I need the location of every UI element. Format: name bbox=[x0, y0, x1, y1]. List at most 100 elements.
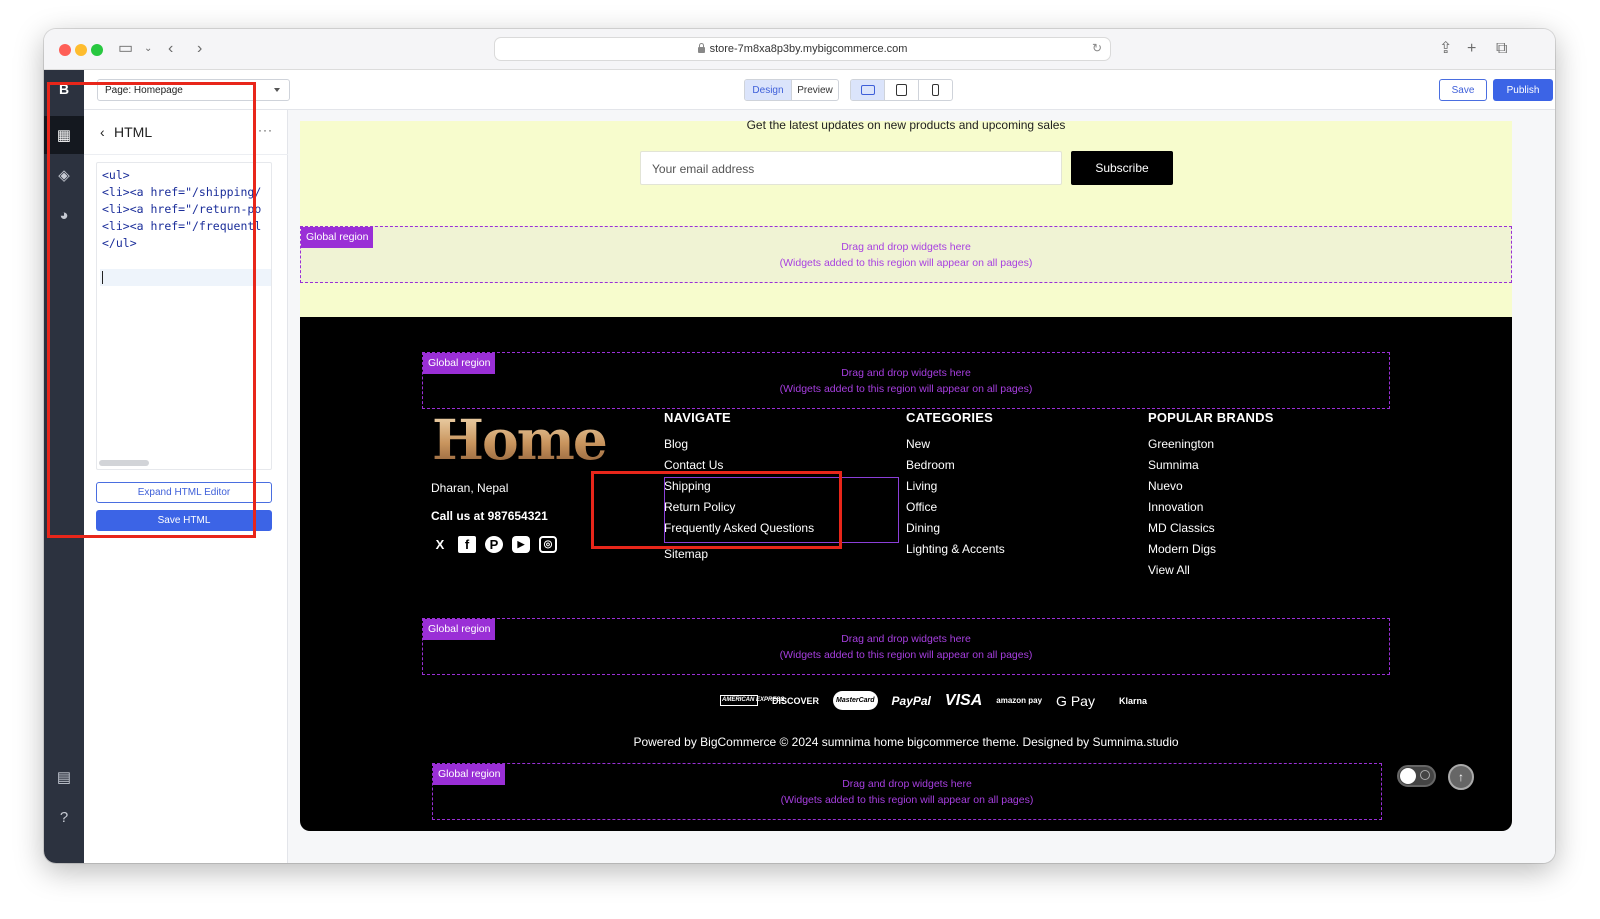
store-phone[interactable]: Call us at 987654321 bbox=[431, 509, 548, 523]
dropzone-subtext: (Widgets added to this region will appea… bbox=[780, 794, 1034, 806]
email-input[interactable]: Your email address bbox=[640, 151, 1062, 185]
subscribe-button[interactable]: Subscribe bbox=[1071, 151, 1173, 185]
newsletter-text: Get the latest updates on new products a… bbox=[746, 118, 1066, 132]
footer-link-lighting[interactable]: Lighting & Accents bbox=[906, 539, 1005, 560]
mode-toggle: Design Preview bbox=[744, 79, 839, 101]
panel-header: ‹ HTML ··· bbox=[84, 110, 288, 155]
amex-icon: AMERICAN EXPRESS bbox=[720, 695, 784, 706]
close-window-button[interactable] bbox=[59, 44, 71, 56]
dropzone-subtext: (Widgets added to this region will appea… bbox=[779, 383, 1033, 395]
footer-link-office[interactable]: Office bbox=[906, 497, 1005, 518]
brands-list: Greenington Sumnima Nuevo Innovation MD … bbox=[1148, 434, 1216, 581]
store-logo[interactable]: Home bbox=[432, 410, 608, 470]
tablet-icon bbox=[896, 84, 907, 96]
google-pay-icon: G Pay bbox=[1056, 692, 1095, 709]
global-region-dropzone[interactable]: Global region Drag and drop widgets here… bbox=[432, 763, 1382, 820]
html-widget-selection-outline[interactable] bbox=[664, 477, 899, 543]
sidebar-toggle-icon[interactable]: ▭ bbox=[118, 39, 133, 59]
design-tab[interactable]: Design bbox=[745, 80, 792, 100]
back-arrow-icon[interactable]: ‹ bbox=[168, 39, 173, 59]
save-button[interactable]: Save bbox=[1439, 79, 1487, 101]
global-region-dropzone[interactable]: Global region Drag and drop widgets here… bbox=[422, 618, 1390, 675]
footer-link-new[interactable]: New bbox=[906, 434, 1005, 455]
popular-brands-heading: POPULAR BRANDS bbox=[1148, 410, 1274, 425]
global-region-dropzone[interactable]: Global region Drag and drop widgets here… bbox=[422, 352, 1390, 409]
viewport-toggle bbox=[850, 79, 953, 101]
storefront-icon[interactable]: ▤ bbox=[44, 758, 84, 796]
mobile-icon bbox=[932, 84, 939, 96]
theme-toggle[interactable] bbox=[1397, 765, 1436, 787]
browser-window: ▭ ⌄ ‹ › store-7m8xa8p3by.mybigcommerce.c… bbox=[44, 29, 1555, 863]
footer-link-sumnima[interactable]: Sumnima bbox=[1148, 455, 1216, 476]
footer-link-modern-digs[interactable]: Modern Digs bbox=[1148, 539, 1216, 560]
footer-link-living[interactable]: Living bbox=[906, 476, 1005, 497]
palette-icon[interactable]: ◕ bbox=[44, 196, 84, 234]
code-line: </ul> bbox=[102, 236, 137, 250]
page-select[interactable]: Page: Homepage bbox=[97, 79, 290, 101]
zoom-window-button[interactable] bbox=[91, 44, 103, 56]
tablet-view-button[interactable] bbox=[885, 80, 919, 100]
pinterest-icon[interactable]: P bbox=[485, 536, 503, 553]
chevron-down-icon[interactable]: ⌄ bbox=[144, 39, 152, 59]
desktop-icon bbox=[860, 85, 875, 95]
youtube-icon[interactable]: ▶ bbox=[512, 536, 530, 553]
mastercard-icon: MasterCard bbox=[833, 691, 878, 710]
html-widget-panel: ‹ HTML ··· <ul> <li><a href="/shipping/ … bbox=[84, 110, 288, 863]
minimize-window-button[interactable] bbox=[75, 44, 87, 56]
newsletter-section: Get the latest updates on new products a… bbox=[300, 118, 1512, 317]
expand-html-editor-button[interactable]: Expand HTML Editor bbox=[96, 482, 272, 503]
dropzone-text: Drag and drop widgets here bbox=[841, 241, 971, 253]
url-text: store-7m8xa8p3by.mybigcommerce.com bbox=[709, 43, 908, 55]
footer-link-nuevo[interactable]: Nuevo bbox=[1148, 476, 1216, 497]
footer-link-greenington[interactable]: Greenington bbox=[1148, 434, 1216, 455]
layers-icon[interactable]: ◈ bbox=[44, 156, 84, 194]
html-code-editor[interactable]: <ul> <li><a href="/shipping/ <li><a href… bbox=[96, 162, 272, 470]
lock-icon bbox=[697, 43, 705, 53]
footer-link-bedroom[interactable]: Bedroom bbox=[906, 455, 1005, 476]
help-icon[interactable]: ? bbox=[44, 798, 84, 836]
x-twitter-icon[interactable]: X bbox=[431, 536, 449, 553]
reload-icon[interactable]: ↻ bbox=[1092, 41, 1102, 55]
footer-link-blog[interactable]: Blog bbox=[664, 434, 814, 455]
footer-link-view-all[interactable]: View All bbox=[1148, 560, 1216, 581]
footer-link-sitemap[interactable]: Sitemap bbox=[664, 544, 814, 565]
instagram-icon[interactable]: ◎ bbox=[539, 536, 557, 553]
dropzone-text: Drag and drop widgets here bbox=[841, 633, 971, 645]
facebook-icon[interactable]: f bbox=[458, 536, 476, 553]
code-line: <li><a href="/shipping/ bbox=[102, 185, 262, 199]
forward-arrow-icon[interactable]: › bbox=[197, 39, 202, 59]
left-navigation: B ▦ ◈ ◕ ▤ ? bbox=[44, 70, 84, 863]
footer-link-contact-us[interactable]: Contact Us bbox=[664, 455, 814, 476]
footer-link-dining[interactable]: Dining bbox=[906, 518, 1005, 539]
mobile-view-button[interactable] bbox=[919, 80, 952, 100]
categories-heading: CATEGORIES bbox=[906, 410, 993, 425]
amazon-pay-icon: amazon pay bbox=[996, 696, 1043, 705]
bigcommerce-logo-icon[interactable]: B bbox=[44, 70, 84, 108]
widgets-icon[interactable]: ▦ bbox=[44, 116, 84, 154]
footer-link-md-classics[interactable]: MD Classics bbox=[1148, 518, 1216, 539]
address-bar[interactable]: store-7m8xa8p3by.mybigcommerce.com ↻ bbox=[494, 37, 1111, 61]
new-tab-icon[interactable]: + bbox=[1467, 39, 1476, 59]
share-icon[interactable]: ⇪ bbox=[1439, 39, 1452, 59]
more-options-icon[interactable]: ··· bbox=[258, 123, 273, 137]
code-line: <ul> bbox=[102, 168, 130, 182]
visa-icon: VISA bbox=[944, 691, 983, 709]
preview-tab[interactable]: Preview bbox=[792, 80, 838, 100]
chevron-down-icon bbox=[274, 88, 280, 92]
navigate-heading: NAVIGATE bbox=[664, 410, 731, 425]
publish-button[interactable]: Publish bbox=[1493, 79, 1553, 101]
tabs-overview-icon[interactable]: ⧉ bbox=[1496, 39, 1507, 59]
store-address: Dharan, Nepal bbox=[431, 481, 509, 495]
dropzone-subtext: (Widgets added to this region will appea… bbox=[779, 649, 1033, 661]
payment-icons: AMERICAN EXPRESS DISCOVER MasterCard Pay… bbox=[720, 691, 1147, 710]
chevron-left-icon[interactable]: ‹ bbox=[100, 124, 105, 140]
global-region-dropzone[interactable]: Global region Drag and drop widgets here… bbox=[300, 226, 1512, 283]
desktop-view-button[interactable] bbox=[851, 80, 885, 100]
scroll-to-top-button[interactable]: ↑ bbox=[1448, 764, 1474, 790]
footer-link-innovation[interactable]: Innovation bbox=[1148, 497, 1216, 518]
categories-list: New Bedroom Living Office Dining Lightin… bbox=[906, 434, 1005, 560]
klarna-icon: Klarna bbox=[1118, 695, 1147, 706]
horizontal-scrollbar[interactable] bbox=[99, 460, 149, 466]
save-html-button[interactable]: Save HTML bbox=[96, 510, 272, 531]
browser-titlebar: ▭ ⌄ ‹ › store-7m8xa8p3by.mybigcommerce.c… bbox=[44, 29, 1555, 70]
